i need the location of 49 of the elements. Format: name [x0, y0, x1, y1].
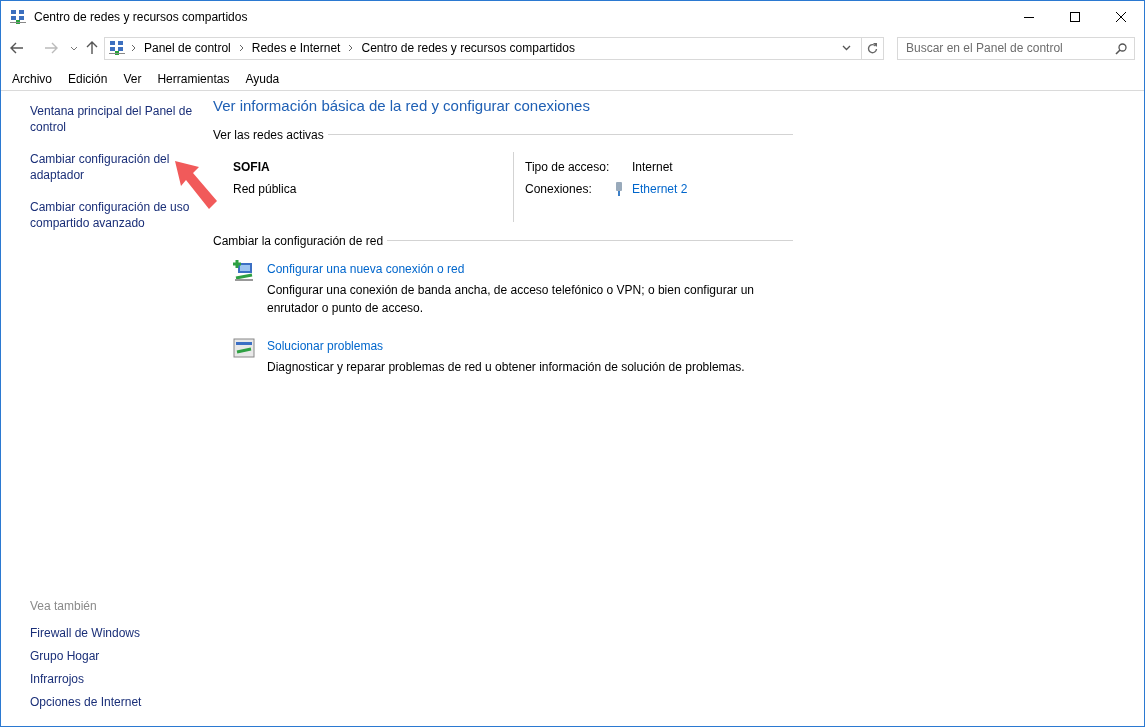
menu-item[interactable]: Ver — [123, 69, 142, 88]
chevron-icon — [348, 44, 354, 52]
breadcrumb-item[interactable]: Centro de redes y recursos compartidos — [361, 39, 575, 57]
section-heading: Ver las redes activas — [213, 126, 324, 144]
task-description: Diagnosticar y reparar problemas de red u obtener información de solución de problemas. — [267, 358, 746, 376]
page-heading: Ver información básica de la red y configurar conexiones — [213, 96, 591, 116]
menu-item[interactable]: Ayuda — [245, 69, 280, 88]
troubleshoot-icon — [233, 336, 255, 359]
network-type: Red pública — [233, 180, 298, 198]
minimize-icon — [1024, 16, 1034, 18]
up-icon[interactable] — [86, 41, 98, 55]
sidebar-link[interactable]: Ventana principal del Panel de control — [30, 103, 200, 135]
network-icon — [109, 40, 125, 56]
breadcrumb-item[interactable]: Redes e Internet — [251, 39, 341, 57]
menu-item[interactable]: Herramientas — [157, 69, 230, 88]
task-link[interactable]: Configurar una nueva conexión o red — [267, 259, 465, 278]
back-icon[interactable] — [10, 42, 24, 54]
network-setup-icon — [233, 259, 255, 282]
menu-item[interactable]: Edición — [68, 69, 108, 88]
refresh-icon — [867, 42, 878, 54]
chevron-icon — [238, 44, 244, 52]
sidebar-link[interactable]: Firewall de Windows — [30, 625, 213, 641]
breadcrumb-item[interactable]: Panel de control — [144, 39, 231, 57]
sidebar-link[interactable]: Cambiar configuración de uso compartido avanzado — [30, 199, 200, 231]
close-icon — [1116, 12, 1126, 22]
address-bar[interactable]: Panel de control Redes e Internet Centro de redes y recursos compartidos — [104, 36, 884, 60]
sidebar-heading: Vea también — [30, 598, 98, 615]
search-field[interactable]: Buscar en el Panel de control — [897, 36, 1135, 60]
connection-link[interactable]: Ethernet 2 — [632, 179, 688, 198]
search-icon — [1115, 42, 1127, 55]
menu-item[interactable]: Archivo — [12, 69, 52, 88]
sidebar-link[interactable]: Opciones de Internet — [30, 694, 213, 710]
ethernet-icon — [615, 181, 623, 196]
chevron-icon — [131, 44, 136, 52]
section-heading: Cambiar la configuración de red — [213, 232, 384, 250]
dropdown-icon[interactable] — [842, 45, 851, 51]
task-link[interactable]: Solucionar problemas — [267, 336, 384, 355]
sidebar-link[interactable]: Cambiar configuración del adaptador — [30, 151, 200, 183]
dropdown-icon[interactable] — [70, 45, 78, 51]
field-value: Internet — [632, 158, 673, 176]
field-label: Tipo de acceso: — [525, 158, 611, 176]
network-name: SOFIA — [233, 158, 271, 176]
sidebar-link[interactable]: Infrarrojos — [30, 671, 213, 687]
network-icon — [10, 9, 26, 25]
maximize-icon — [1070, 12, 1080, 22]
window-title: Centro de redes y recursos compartidos — [34, 9, 248, 26]
task-description: Configurar una conexión de banda ancha, de acceso telefónico o VPN; o bien configurar un enrutador o punto de acceso. — [267, 281, 755, 317]
field-label: Conexiones: — [525, 180, 593, 198]
sidebar-link[interactable]: Grupo Hogar — [30, 648, 213, 664]
